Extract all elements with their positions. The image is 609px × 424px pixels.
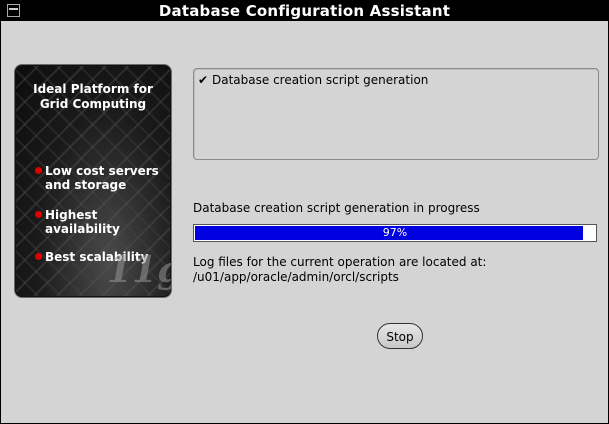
brand-bullet-text-cont: and storage (45, 178, 127, 192)
log-location-label: Log files for the current operation are … (193, 255, 487, 269)
brand-headline: Ideal Platform for Grid Computing (15, 82, 171, 112)
progress-bar: 97% (193, 224, 597, 242)
oracle-11g-logo: 11g (107, 249, 171, 291)
check-icon: ✔ (198, 73, 209, 87)
brand-bullet-text: Highest availability (45, 208, 120, 236)
progress-percent: 97% (382, 226, 408, 239)
dbca-window: Database Configuration Assistant Ideal P… (0, 0, 609, 424)
step-item: ✔ Database creation script generation (198, 73, 428, 87)
title-bar[interactable]: Database Configuration Assistant (1, 1, 608, 21)
brand-headline-line1: Ideal Platform for (33, 82, 153, 96)
brand-bullet-text: Low cost servers (45, 164, 159, 178)
content-area: Ideal Platform for Grid Computing Low co… (2, 22, 607, 423)
brand-bullet-availability: Highest availability (35, 208, 171, 236)
step-label: Database creation script generation (212, 73, 429, 87)
stop-button[interactable]: Stop (377, 323, 423, 349)
red-bullet-icon (35, 253, 42, 260)
window-title: Database Configuration Assistant (158, 2, 451, 20)
brand-bullet-low-cost: Low cost servers and storage (35, 164, 159, 192)
progress-label: Database creation script generation in p… (193, 201, 480, 215)
red-bullet-icon (35, 167, 42, 174)
brand-headline-line2: Grid Computing (39, 97, 147, 111)
red-bullet-icon (35, 211, 42, 218)
brand-panel: Ideal Platform for Grid Computing Low co… (14, 64, 172, 298)
steps-list: ✔ Database creation script generation (193, 68, 599, 160)
log-location-path: /u01/app/oracle/admin/orcl/scripts (193, 270, 399, 284)
